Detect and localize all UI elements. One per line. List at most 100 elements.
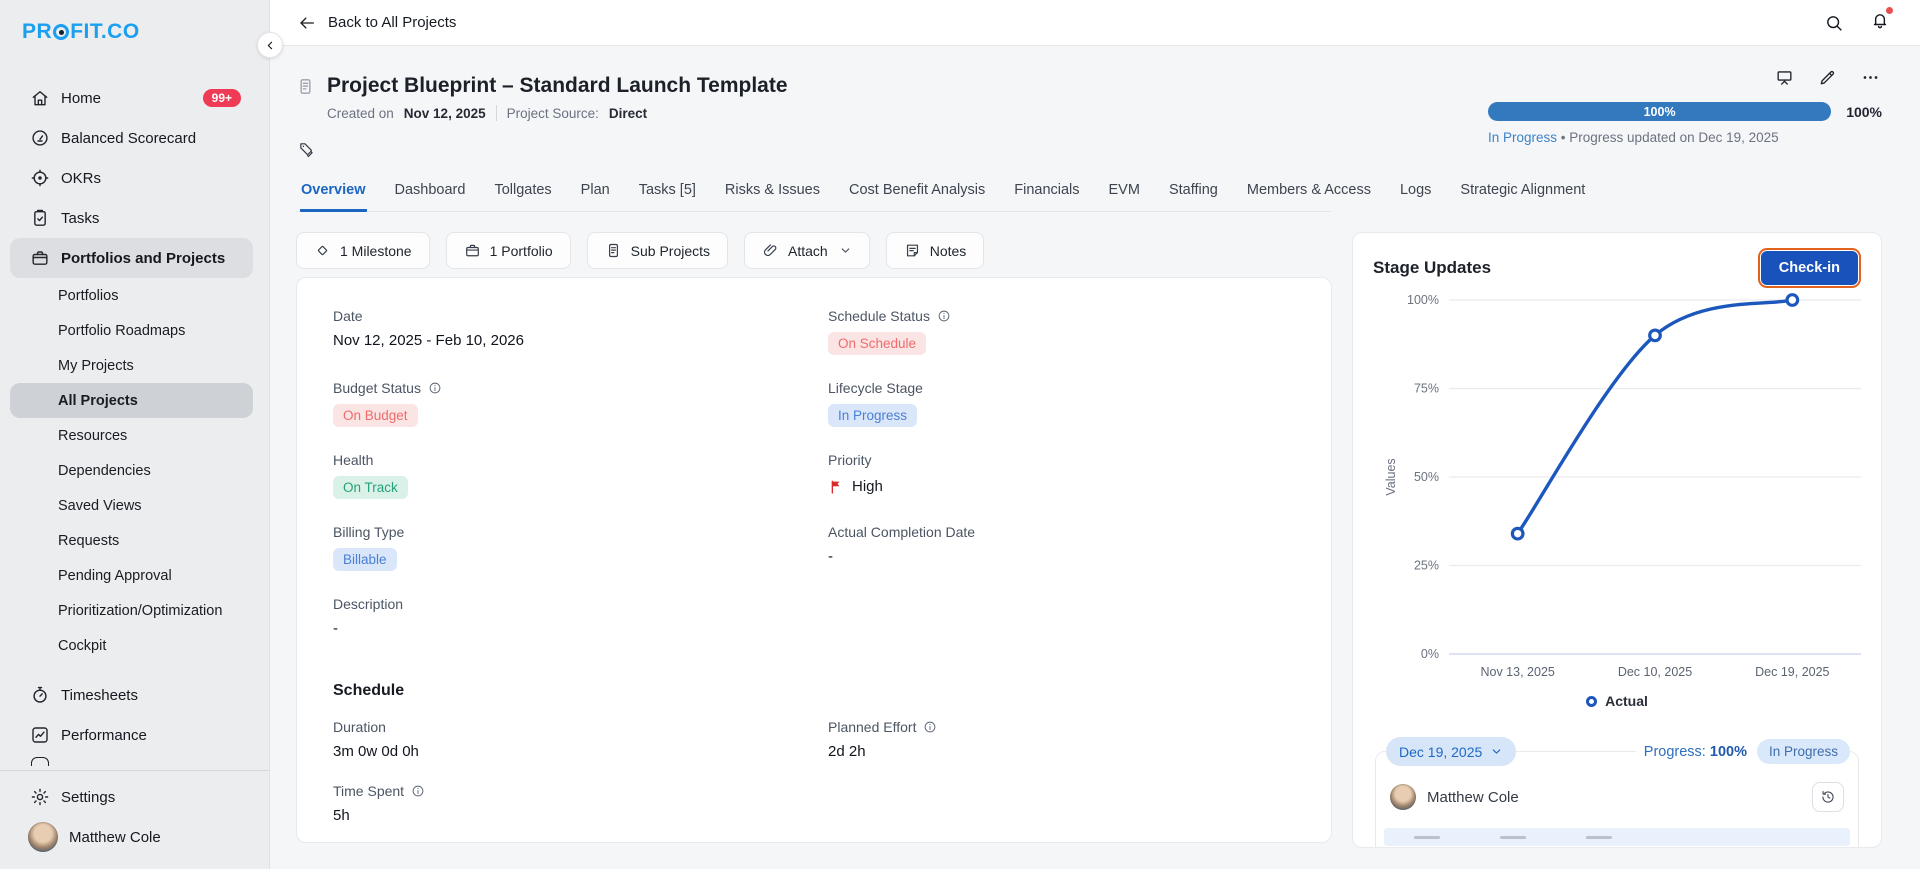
topbar: Back to All Projects: [270, 0, 1920, 46]
arrow-left-icon: [298, 14, 316, 32]
checkin-date-dropdown[interactable]: Dec 19, 2025: [1386, 737, 1516, 766]
button-label: 1 Milestone: [340, 243, 412, 259]
tab-tasks-5[interactable]: Tasks [5]: [638, 180, 697, 212]
field-billing-type: Billing TypeBillable: [333, 524, 828, 596]
legend-actual-label: Actual: [1605, 693, 1648, 709]
progress-row: 100% 100%: [1488, 102, 1882, 121]
created-label: Created on: [327, 106, 394, 121]
search-icon[interactable]: [1824, 13, 1844, 33]
sidebar-collapse-button[interactable]: [257, 32, 283, 58]
sidebar-item-requests[interactable]: Requests: [10, 523, 253, 558]
1-milestone-button[interactable]: 1 Milestone: [296, 232, 430, 269]
sidebar-item-label: Timesheets: [61, 687, 138, 704]
sidebar-item-portfolios-and-projects[interactable]: Portfolios and Projects: [10, 238, 253, 278]
created-date: Nov 12, 2025: [404, 106, 486, 121]
sidebar-item-performance[interactable]: Performance: [10, 715, 253, 755]
sidebar-item-balanced-scorecard[interactable]: Balanced Scorecard: [10, 118, 253, 158]
app-root: PR FIT.CO Home99+Balanced ScorecardOKRsT…: [0, 0, 1920, 869]
more-options-icon[interactable]: [1861, 68, 1880, 87]
tab-plan[interactable]: Plan: [580, 180, 611, 212]
info-icon[interactable]: [411, 784, 425, 798]
tab-bar: Overview Dashboard Tollgates Plan Tasks [5] R…: [296, 180, 1331, 212]
sidebar-item-settings[interactable]: Settings: [10, 777, 253, 817]
priority-value: High: [828, 478, 1295, 495]
user-avatar: [28, 822, 58, 852]
topbar-actions: [1824, 10, 1890, 35]
tab-cost-benefit-analysis[interactable]: Cost Benefit Analysis: [848, 180, 986, 212]
attach-button[interactable]: Attach: [744, 232, 870, 269]
content: Project Blueprint – Standard Launch Temp…: [270, 46, 1920, 869]
sidebar-item-label: Pending Approval: [58, 568, 172, 584]
sidebar-item-portfolio-roadmaps[interactable]: Portfolio Roadmaps: [10, 313, 253, 348]
field-label: Health: [333, 452, 828, 468]
info-icon[interactable]: [937, 309, 951, 323]
data-point: [1787, 295, 1798, 306]
tab-risks-issues[interactable]: Risks & Issues: [724, 180, 821, 212]
sidebar-item-home[interactable]: Home99+: [10, 78, 253, 118]
sidebar-item-label: Saved Views: [58, 498, 142, 514]
tab-tollgates[interactable]: Tollgates: [493, 180, 552, 212]
check-in-button[interactable]: Check-in: [1761, 251, 1858, 285]
notes-button[interactable]: Notes: [886, 232, 985, 269]
tab-logs[interactable]: Logs: [1399, 180, 1432, 212]
field-value: Nov 12, 2025 - Feb 10, 2026: [333, 332, 828, 349]
svg-text:75%: 75%: [1414, 382, 1439, 396]
presentation-icon[interactable]: [1775, 68, 1794, 87]
chart-legend: Actual: [1373, 693, 1861, 709]
sidebar-user[interactable]: Matthew Cole: [10, 817, 253, 857]
sidebar-item-okrs[interactable]: OKRs: [10, 158, 253, 198]
tab-staffing[interactable]: Staffing: [1168, 180, 1219, 212]
tab-members-access[interactable]: Members & Access: [1246, 180, 1372, 212]
field-priority: PriorityHigh: [828, 452, 1295, 524]
sub-projects-button[interactable]: Sub Projects: [587, 232, 728, 269]
line-chart: 0%25%50%75%100%ValuesNov 13, 2025Dec 10,…: [1373, 286, 1863, 686]
back-label: Back to All Projects: [328, 14, 456, 31]
tab-overview[interactable]: Overview: [300, 180, 367, 212]
checkin-user-avatar: [1390, 784, 1416, 810]
body-row: 1 Milestone 1 Portfolio Sub Projects Attach…: [296, 232, 1882, 848]
sidebar-item-tasks[interactable]: Tasks: [10, 198, 253, 238]
checkin-progress-label: Progress:: [1644, 744, 1706, 760]
page-head: Project Blueprint – Standard Launch Temp…: [296, 46, 1882, 163]
project-status[interactable]: In Progress: [1488, 130, 1557, 145]
button-label: Attach: [788, 243, 828, 259]
field-value: 2d 2h: [828, 743, 1295, 760]
tags-icon[interactable]: [298, 141, 315, 158]
sidebar-item-cockpit[interactable]: Cockpit: [10, 628, 253, 663]
sidebar-item-portfolios[interactable]: Portfolios: [10, 278, 253, 313]
stage-updates-chart: 0%25%50%75%100%ValuesNov 13, 2025Dec 10,…: [1373, 286, 1861, 691]
back-to-all-projects-link[interactable]: Back to All Projects: [298, 14, 456, 32]
edit-icon[interactable]: [1818, 68, 1837, 87]
tab-evm[interactable]: EVM: [1108, 180, 1141, 212]
details-grid: DateNov 12, 2025 - Feb 10, 2026Budget St…: [333, 308, 1295, 668]
status-line: In Progress • Progress updated on Dec 19…: [1488, 130, 1882, 145]
sidebar-item-dependencies[interactable]: Dependencies: [10, 453, 253, 488]
sidebar-item-timesheets[interactable]: Timesheets: [10, 675, 253, 715]
status-badge: On Budget: [333, 404, 418, 427]
sidebar-item-pending-approval[interactable]: Pending Approval: [10, 558, 253, 593]
1-portfolio-button[interactable]: 1 Portfolio: [446, 232, 571, 269]
brand-part1: PR: [22, 20, 52, 44]
tab-dashboard[interactable]: Dashboard: [394, 180, 467, 212]
source-label: Project Source:: [507, 106, 599, 121]
data-point: [1512, 528, 1523, 539]
sidebar-item-resources[interactable]: Resources: [10, 418, 253, 453]
sidebar-item-label: Settings: [61, 789, 115, 806]
tab-strategic-alignment[interactable]: Strategic Alignment: [1459, 180, 1586, 212]
sidebar-item-all-projects[interactable]: All Projects: [10, 383, 253, 418]
home-icon: [30, 88, 50, 108]
sidebar-item-saved-views[interactable]: Saved Views: [10, 488, 253, 523]
notifications-button[interactable]: [1870, 10, 1890, 35]
stage-updates-card: Stage Updates Check-in 0%25%50%75%100%Va…: [1352, 232, 1882, 848]
info-icon[interactable]: [428, 381, 442, 395]
sidebar-item-prioritization-optimization[interactable]: Prioritization/Optimization: [10, 593, 253, 628]
info-icon[interactable]: [923, 720, 937, 734]
field-duration: Duration3m 0w 0d 0h: [333, 719, 828, 783]
tab-financials[interactable]: Financials: [1013, 180, 1080, 212]
history-button[interactable]: [1812, 782, 1844, 812]
brand-logo[interactable]: PR FIT.CO: [0, 0, 269, 44]
checkin-progress-value: 100%: [1710, 744, 1747, 760]
data-point: [1650, 330, 1661, 341]
sidebar-item-my-projects[interactable]: My Projects: [10, 348, 253, 383]
schedule-left-column: Duration3m 0w 0d 0hTime Spent5h: [333, 719, 828, 847]
